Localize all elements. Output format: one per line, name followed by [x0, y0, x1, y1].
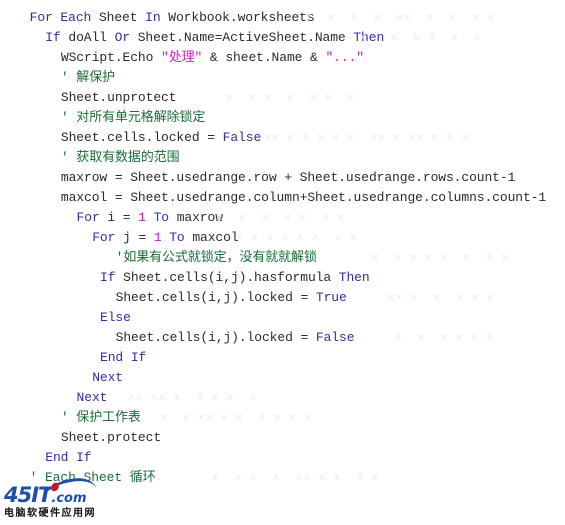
code-token-plain: Sheet.protect — [60, 430, 162, 445]
code-token-keyword: Then — [353, 30, 385, 45]
code-token-plain: Sheet.cells.locked = — [60, 130, 223, 145]
code-token-comment: ' 获取有数据的范围 — [60, 150, 180, 165]
code-token-keyword: For — [76, 210, 108, 225]
code-line: Else — [0, 308, 565, 328]
code-token-plain: Sheet — [98, 10, 146, 25]
background-artifact-text: xx x x x x x xx x xx x x x — [264, 132, 470, 144]
code-token-keyword: Then — [338, 270, 370, 285]
code-token-keyword: End If — [45, 450, 92, 465]
code-line: WScript.Echo "处理" & sheet.Name & "..." — [0, 48, 565, 68]
code-token-plain: Sheet.cells(i,j).hasformula — [123, 270, 339, 285]
site-watermark: 45IT.com 电脑软硬件应用网 — [4, 475, 136, 523]
code-token-keyword: If — [100, 270, 124, 285]
code-token-plain: maxrow = Sheet.usedrange.row + Sheet.use… — [60, 170, 516, 185]
code-token-plain: maxcol — [192, 230, 239, 245]
background-artifact-text: x x x x x x x — [226, 92, 356, 104]
code-token-plain: Sheet.unprotect — [60, 90, 177, 105]
background-artifact-text: x x xx x x x x x x — [160, 412, 313, 424]
code-line: If doAll Or Sheet.Name=ActiveSheet.Name … — [0, 28, 565, 48]
code-line: Sheet.unprotect x x x x x x x — [0, 88, 565, 108]
code-line: If Sheet.cells(i,j).hasformula Then — [0, 268, 565, 288]
code-line: Sheet.protect — [0, 428, 565, 448]
code-token-keyword: If — [45, 30, 69, 45]
code-line: End If — [0, 348, 565, 368]
code-token-comment: ' 解保护 — [60, 70, 116, 85]
background-artifact-text: x x x x x x — [395, 332, 494, 344]
code-token-comment: ' 对所有单元格解除锁定 — [60, 110, 206, 125]
code-token-keyword: Next — [76, 390, 108, 405]
code-token-comment: ' 保护工作表 — [60, 410, 141, 425]
background-artifact-text: xx xx x x x x x — [128, 392, 258, 404]
code-token-plain: & sheet.Name & — [202, 50, 326, 65]
code-token-keyword: To — [161, 230, 193, 245]
watermark-logo: 45IT.com — [4, 475, 132, 507]
code-token-keyword: True — [315, 290, 347, 305]
code-token-plain: j = — [123, 230, 154, 245]
code-token-number: 1 — [153, 230, 162, 245]
code-token-keyword: False — [222, 130, 262, 145]
code-token-string: "处理" — [161, 50, 203, 65]
code-line: ' 保护工作表 x x xx x x x x x x — [0, 408, 565, 428]
code-token-plain: Sheet.cells(i,j).locked = — [115, 330, 316, 345]
background-artifact-text: x x x x xx x x x x — [305, 12, 496, 24]
code-token-keyword: In — [145, 10, 169, 25]
code-line: Sheet.cells(i,j).locked = True xx x x x x… — [0, 288, 565, 308]
code-line: Next — [0, 368, 565, 388]
code-line: For j = 1 To maxcol x x x x x x x x — [0, 228, 565, 248]
code-token-plain: Sheet.Name=ActiveSheet.Name — [137, 30, 354, 45]
code-line: Sheet.cells(i,j).locked = False x x x x x… — [0, 328, 565, 348]
code-token-keyword: False — [315, 330, 355, 345]
code-token-plain: WScript.Echo — [60, 50, 162, 65]
code-token-keyword: Else — [100, 310, 131, 325]
code-token-keyword: Or — [114, 30, 138, 45]
background-artifact-text: x x x x xx x x x x — [212, 472, 380, 484]
code-line: '如果有公式就锁定，没有就就解锁 x x x x x x x x — [0, 248, 565, 268]
code-token-plain: doAll — [68, 30, 115, 45]
code-line: ' 对所有单元格解除锁定 — [0, 108, 565, 128]
code-token-plain: Workbook.worksheets — [168, 10, 315, 25]
code-line: For i = 1 To maxrow x x x x x x x — [0, 208, 565, 228]
code-line: Next xx xx x x x x x — [0, 388, 565, 408]
code-line: End If — [0, 448, 565, 468]
background-artifact-text: x x x x x x x x — [372, 252, 509, 264]
code-token-plain: maxcol = Sheet.usedrange.column+Sheet.us… — [60, 190, 547, 205]
code-token-number: 1 — [138, 210, 146, 225]
code-line: ' 获取有数据的范围 — [0, 148, 565, 168]
background-artifact-text: x x x x x x x x — [236, 232, 358, 244]
code-line: ' 解保护 — [0, 68, 565, 88]
watermark-subtitle: 电脑软硬件应用网 — [4, 508, 96, 519]
code-token-keyword: To — [145, 210, 177, 225]
code-line: For Each Sheet In Workbook.worksheets x x… — [0, 8, 565, 28]
code-token-keyword: Next — [92, 370, 123, 385]
code-token-plain: maxrow — [176, 210, 223, 225]
code-token-keyword: For — [92, 230, 123, 245]
code-token-plain: i = — [107, 210, 139, 225]
code-token-keyword: End If — [100, 350, 147, 365]
code-listing: For Each Sheet In Workbook.worksheets x x… — [0, 0, 565, 525]
background-artifact-text: x x x x x x x — [216, 212, 346, 224]
code-line: Sheet.cells.locked = False xx x x x x x x… — [0, 128, 565, 148]
background-artifact-text: xx x x x x x — [388, 292, 495, 304]
code-token-plain: Sheet.cells(i,j).locked = — [115, 290, 316, 305]
code-line: maxrow = Sheet.usedrange.row + Sheet.use… — [0, 168, 565, 188]
code-token-string: "..." — [325, 50, 364, 65]
code-token-keyword: For Each — [29, 10, 99, 25]
code-token-comment: '如果有公式就锁定，没有就就解锁 — [115, 250, 317, 265]
code-line: maxcol = Sheet.usedrange.column+Sheet.us… — [0, 188, 565, 208]
